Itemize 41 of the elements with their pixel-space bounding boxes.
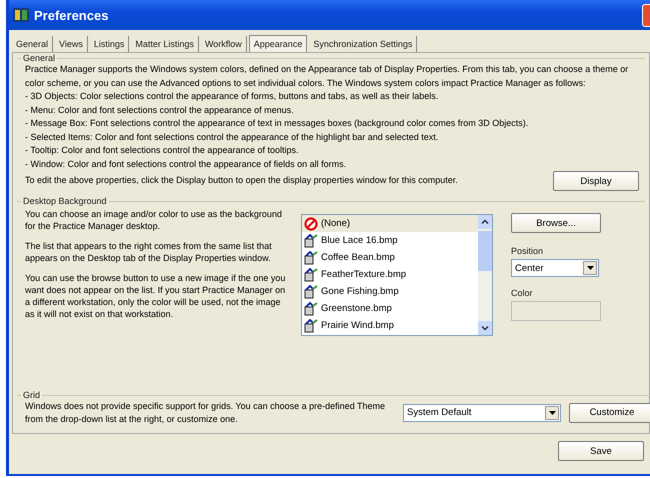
list-item[interactable]: Prairie Wind.bmp: [302, 317, 478, 334]
list-item[interactable]: Greenstone.bmp: [302, 300, 478, 317]
customize-button[interactable]: Customize: [569, 402, 650, 422]
color-label: Color: [511, 288, 534, 298]
description-text: - Menu: Color and font selections control the appearance of menus.: [25, 104, 295, 117]
list-item[interactable]: Blue Lace 16.bmp: [302, 232, 478, 249]
window-title: Preferences: [34, 8, 110, 22]
list-item[interactable]: Coffee Bean.bmp: [302, 249, 478, 266]
description-text: Practice Manager supports the Windows system colors, defined on the Appearance tab of Display Properties. From this tab, you can choose a theme or color scheme, or you can use the Advanced options to set individual colors. The Windows system colors impact Practice Manager as follows:: [25, 63, 630, 90]
position-label: Position: [511, 246, 544, 256]
list-item[interactable]: (None): [302, 215, 478, 232]
theme-dropdown[interactable]: System Default: [403, 404, 561, 422]
list-item[interactable]: Gone Fishing.bmp: [302, 283, 478, 300]
list-item[interactable]: FeatherTexture.bmp: [302, 266, 478, 283]
image-list[interactable]: (None) Blue Lace 16.bmp Coffee Bean.bmp FeatherTexture.bmp Gone Fishing.bmp Greenstone.bmp Prairie Wind.bmp: [301, 214, 493, 336]
tab[interactable]: Appearance: [248, 35, 308, 52]
description-text: Windows does not provide specific support for grids. You can choose a pre-defined Theme from the drop-down list at the right, or customize one.: [25, 400, 386, 425]
position-dropdown[interactable]: Center: [511, 259, 599, 277]
browse-button[interactable]: Browse...: [511, 213, 601, 233]
prohibited-icon: [304, 216, 318, 230]
description-text: To edit the above properties, click the Display button to open the display properties window for this computer.: [25, 174, 458, 188]
dropdown-arrow-icon: [586, 266, 594, 270]
color-swatch[interactable]: [511, 301, 601, 321]
display-button[interactable]: Display: [553, 171, 639, 191]
scrollbar[interactable]: [478, 215, 492, 335]
group-title: General: [22, 53, 56, 63]
scroll-down-icon[interactable]: [478, 321, 492, 335]
group-title: Desktop Background: [22, 196, 108, 206]
description-text: - Selected Items: Color and font selections control the appearance of the highlight bar and selected text.: [25, 130, 440, 144]
description-text: - 3D Objects: Color selections control the appearance of forms, buttons and tabs, as well as their labels.: [25, 90, 440, 103]
save-button[interactable]: Save: [558, 441, 644, 461]
description-text: - Window: Color and font selections control the appearance of fields on all forms.: [25, 158, 348, 171]
scroll-up-icon[interactable]: [478, 215, 492, 229]
group-title: Grid: [22, 390, 42, 400]
description-text: The list that appears to the right comes from the same list that appears on the Desktop tab of the Display Properties window.: [25, 240, 273, 264]
description-text: - Message Box: Font selections control the appearance of text in messages boxes (background color comes from 3D Objects).: [25, 117, 530, 130]
description-text: You can choose an image and/or color to use as the background for the Practice Manager desktop.: [25, 208, 283, 232]
description-text: You can use the browse button to use a new image if the one you want does not appear on the list. If you start Practice Manager on a different workstation, only the color will be used, not the image as it will not exist on that workstation.: [25, 272, 286, 320]
description-text: - Tooltip: Color and font selections control the appearance of tooltips.: [25, 144, 300, 157]
dropdown-arrow-icon: [548, 410, 556, 414]
app-icon: [13, 7, 29, 23]
